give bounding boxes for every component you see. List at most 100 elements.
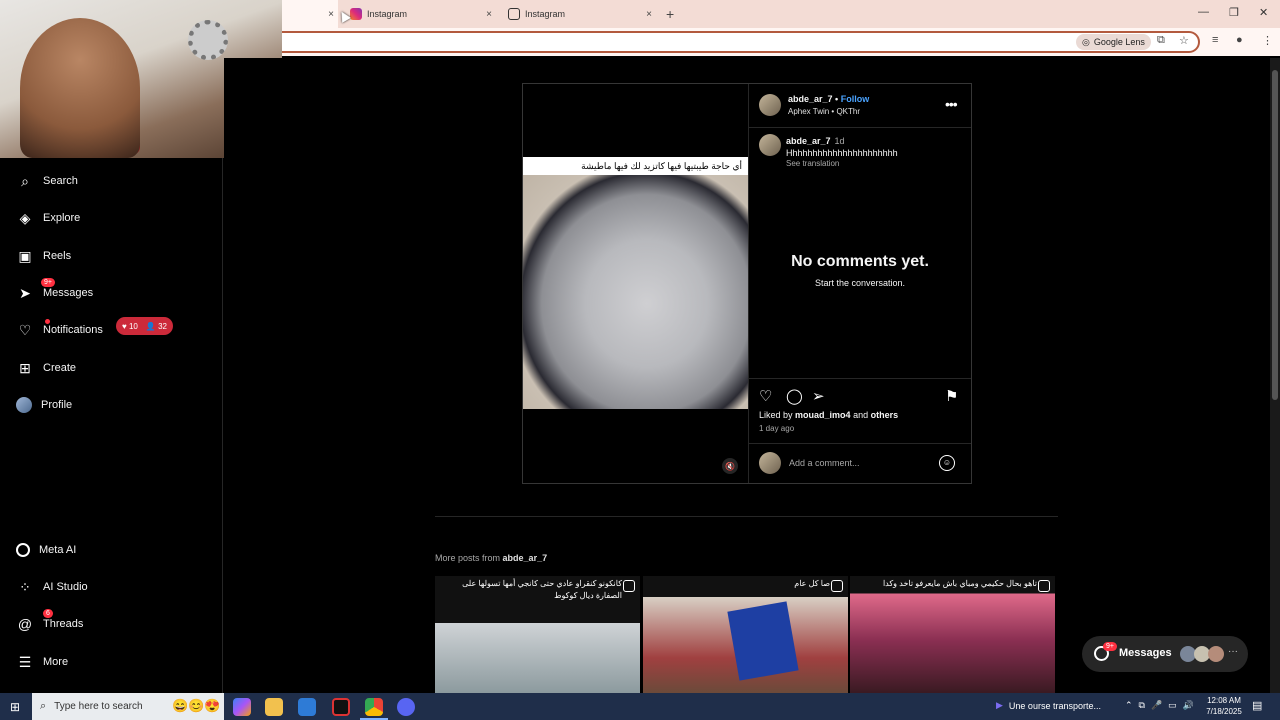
sidebar-item-label: Notifications: [43, 324, 103, 336]
window-close-button[interactable]: ✕: [1259, 6, 1268, 19]
omnibox[interactable]: [282, 31, 1200, 53]
search-icon: ⌕: [21, 172, 29, 189]
wall-mirror: [188, 20, 228, 60]
taskbar-clock[interactable]: 12:08 AM 7/18/2025: [1202, 695, 1246, 717]
threads-badge: 6: [43, 609, 53, 618]
sidebar-item-create[interactable]: ⊞ Create: [16, 356, 76, 380]
avatar[interactable]: [759, 134, 781, 156]
messages-badge: 9+: [1103, 642, 1117, 651]
more-posts-heading: More posts from abde_ar_7: [435, 553, 548, 563]
media-caption: أي حاجة طيبتيها فيها كاتزيد لك فيها ماطي…: [523, 157, 748, 175]
more-post-thumbnail[interactable]: تاهو بحال حكيمي ومباي باش مايعرفو تاخد و…: [850, 576, 1055, 693]
followers-count: 👤 32: [145, 321, 167, 331]
news-text: Une ourse transporte...: [1008, 700, 1101, 711]
messages-floating-button[interactable]: 9+ Messages ···: [1082, 636, 1248, 672]
heart-icon: ♡: [18, 321, 32, 338]
sidebar-item-ai-studio[interactable]: ⁘ AI Studio: [16, 575, 88, 599]
bookmark-star-icon[interactable]: ☆: [1179, 34, 1189, 47]
tab-close-icon[interactable]: ×: [486, 9, 492, 20]
sidebar-item-notifications[interactable]: ♡ Notifications: [16, 318, 103, 342]
more-options-icon[interactable]: •••: [945, 96, 958, 112]
browser-menu-icon[interactable]: ⋮: [1262, 34, 1273, 47]
sidebar-item-messages[interactable]: ➤ 9+ Messages: [16, 278, 93, 305]
more-post-thumbnail[interactable]: صا كل عام: [643, 576, 848, 693]
reels-icon: ▣: [18, 247, 32, 264]
avatar[interactable]: [759, 94, 781, 116]
author-username[interactable]: abde_ar_7: [788, 94, 833, 104]
minimize-button[interactable]: —: [1198, 6, 1209, 18]
copilot-icon[interactable]: [233, 698, 251, 716]
follow-button[interactable]: Follow: [841, 94, 870, 104]
more-post-thumbnail[interactable]: كانكونو كنقراو عادي حتى كانجي أمها تسوله…: [435, 576, 640, 693]
avatar: [759, 452, 781, 474]
taskbar-search[interactable]: ⌕ Type here to search 😄😊😍: [32, 693, 224, 720]
share-icon[interactable]: ➢: [812, 387, 825, 405]
tab-title: Instagram: [367, 9, 408, 19]
media-queue-icon[interactable]: ≡: [1212, 34, 1218, 46]
google-lens-button[interactable]: ◎ Google Lens: [1076, 34, 1151, 50]
liked-by-user[interactable]: mouad_imo4: [795, 410, 851, 420]
news-widget[interactable]: ▶ Une ourse transporte...: [996, 700, 1101, 711]
audio-track[interactable]: Aphex Twin • QKThr: [788, 107, 860, 116]
notifications-pill[interactable]: ♥ 10 👤 32: [116, 317, 173, 335]
browser-tab-instagram-1[interactable]: Instagram ×: [344, 0, 496, 28]
no-comments-title: No comments yet.: [791, 253, 929, 270]
emoji-icon[interactable]: ☺: [939, 455, 955, 471]
system-tray-icons[interactable]: ⌃⧉🎤▭🔊: [1125, 700, 1200, 711]
plus-square-icon: ⊞: [19, 359, 31, 376]
divider: [749, 378, 971, 379]
sidebar-item-search[interactable]: ⌕ Search: [16, 169, 78, 193]
windows-start-icon[interactable]: ⊞: [10, 700, 20, 714]
thumbnail-caption: كانكونو كنقراو عادي حتى كانجي أمها تسوله…: [462, 579, 622, 600]
sidebar-item-meta-ai[interactable]: Meta AI: [16, 538, 76, 562]
scrollbar-thumb[interactable]: [1272, 70, 1278, 400]
browser-tab-instagram-2[interactable]: Instagram ×: [502, 0, 658, 28]
notification-center-icon[interactable]: ▤: [1252, 699, 1262, 712]
see-translation-link[interactable]: See translation: [786, 159, 839, 168]
sidebar-item-explore[interactable]: ◈ Explore: [16, 206, 81, 230]
threads-icon: @: [17, 616, 33, 632]
sidebar-item-profile[interactable]: Profile: [16, 393, 72, 417]
chrome-icon[interactable]: [365, 698, 383, 716]
profile-icon[interactable]: ●: [1236, 34, 1243, 46]
comment-username[interactable]: abde_ar_7: [786, 136, 831, 146]
avatar-icon: [16, 397, 32, 413]
compass-icon: ◈: [19, 209, 31, 226]
divider: [749, 443, 971, 444]
post-author[interactable]: abde_ar_7 • Follow: [788, 94, 869, 104]
mute-button[interactable]: 🔇: [722, 458, 738, 474]
browser-tab-1[interactable]: ×: [282, 0, 338, 28]
sidebar-item-label: AI Studio: [43, 581, 88, 593]
comment-bubble-icon[interactable]: ◯: [786, 387, 803, 405]
sidebar-item-reels[interactable]: ▣ Reels: [16, 244, 71, 268]
like-heart-icon[interactable]: ♡: [759, 387, 772, 405]
likes-count: ♥ 10: [122, 321, 138, 331]
thumbnail-caption: تاهو بحال حكيمي ومباي باش مايعرفو تاخد و…: [882, 579, 1037, 588]
obs-icon[interactable]: [332, 698, 350, 716]
install-icon[interactable]: ⧉: [1157, 34, 1165, 47]
sidebar-item-more[interactable]: ☰ More: [16, 650, 68, 674]
instagram-icon: [350, 8, 362, 20]
sidebar-item-label: Profile: [41, 399, 73, 411]
reels-icon: [831, 580, 843, 592]
liked-by-text: Liked by mouad_imo4 and others: [759, 410, 899, 420]
threads-icon: [508, 8, 520, 20]
save-bookmark-icon[interactable]: ⚑: [945, 387, 958, 405]
discord-icon[interactable]: [397, 698, 415, 716]
messages-badge: 9+: [41, 278, 55, 287]
add-comment-input[interactable]: Add a comment...: [789, 458, 860, 468]
new-tab-button[interactable]: +: [666, 6, 674, 22]
pan-photo: [523, 175, 748, 409]
google-lens-label: Google Lens: [1093, 37, 1145, 47]
liked-by-others[interactable]: others: [871, 410, 899, 420]
restore-button[interactable]: ❐: [1229, 6, 1239, 19]
tab-close-icon[interactable]: ×: [328, 9, 334, 20]
more-posts-username[interactable]: abde_ar_7: [503, 553, 548, 563]
comment-text: Hhhhhhhhhhhhhhhhhhhhhh: [786, 148, 898, 158]
file-explorer-icon[interactable]: [265, 698, 283, 716]
store-icon[interactable]: [298, 698, 316, 716]
lens-icon: ◎: [1082, 36, 1090, 47]
post-media[interactable]: أي حاجة طيبتيها فيها كاتزيد لك فيها ماطي…: [523, 84, 748, 483]
sidebar-item-threads[interactable]: @ 6 Threads: [16, 609, 83, 636]
tab-close-icon[interactable]: ×: [646, 9, 652, 20]
